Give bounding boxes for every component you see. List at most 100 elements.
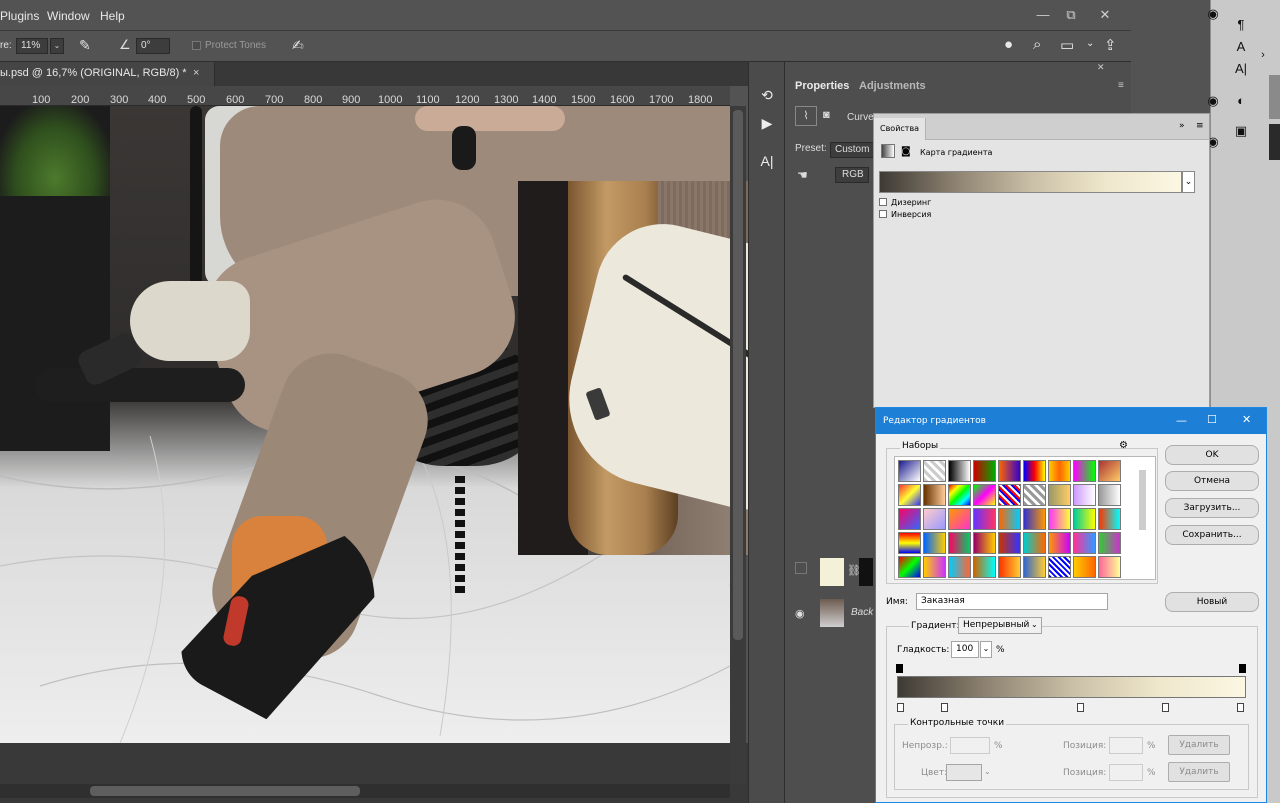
background-layer-label[interactable]: Back <box>851 607 873 618</box>
inversion-checkbox[interactable] <box>879 210 887 218</box>
gradient-preset-swatch[interactable] <box>1098 508 1121 530</box>
chevron-down-icon[interactable]: ⌄ <box>984 767 991 776</box>
gradient-preset-swatch[interactable] <box>948 556 971 578</box>
load-button[interactable]: Загрузить... <box>1165 498 1259 518</box>
gradient-preset-swatch[interactable] <box>948 460 971 482</box>
close-icon[interactable]: ✕ <box>1242 413 1251 426</box>
paragraph-icon[interactable]: ¶ <box>1232 16 1250 34</box>
presets-grid[interactable] <box>894 456 1156 580</box>
gradient-preset-swatch[interactable] <box>1073 484 1096 506</box>
color-position-input[interactable] <box>1109 764 1143 781</box>
gradient-preset-swatch[interactable] <box>973 484 996 506</box>
eye-icon[interactable]: ◉ <box>795 607 805 620</box>
color-stops-row[interactable] <box>894 700 1250 712</box>
layer-visibility-box[interactable] <box>795 562 807 574</box>
gradient-preset-swatch[interactable] <box>1048 484 1071 506</box>
minimize-icon[interactable]: — <box>1176 414 1187 427</box>
panel-menu-icon[interactable]: ≡ <box>1196 121 1204 131</box>
gradient-preset-swatch[interactable] <box>898 508 921 530</box>
gradient-preset-swatch[interactable] <box>898 556 921 578</box>
opacity-position-input[interactable] <box>1109 737 1143 754</box>
gradient-preset-swatch[interactable] <box>948 532 971 554</box>
color-stop[interactable] <box>1077 703 1085 712</box>
ok-button[interactable]: OK <box>1165 445 1259 465</box>
chevron-right-icon[interactable]: › <box>1254 46 1272 64</box>
color-stop[interactable] <box>1162 703 1170 712</box>
new-button[interactable]: Новый <box>1165 592 1259 612</box>
gradient-preset-swatch[interactable] <box>973 556 996 578</box>
gradient-preset-swatch[interactable] <box>998 508 1021 530</box>
presets-scroll-thumb[interactable] <box>1139 470 1146 530</box>
close-icon[interactable]: ✕ <box>1092 6 1118 24</box>
eye-icon[interactable]: ◉ <box>1204 92 1222 110</box>
color-stop[interactable] <box>941 703 949 712</box>
character-icon[interactable]: A| <box>1232 60 1250 78</box>
hand-tool-icon[interactable]: ☚ <box>797 168 808 182</box>
gradient-dropdown-chevron-icon[interactable]: ⌄ <box>1182 171 1195 193</box>
gradient-preset-swatch[interactable] <box>1073 460 1096 482</box>
save-button[interactable]: Сохранить... <box>1165 525 1259 545</box>
collapse-icon[interactable]: » <box>1179 121 1185 131</box>
gradient-type-select[interactable]: Непрерывный <box>958 617 1042 634</box>
opacity-input[interactable] <box>950 737 990 754</box>
history-icon[interactable]: ⟲ <box>758 86 776 104</box>
glyph-icon[interactable]: A <box>1232 38 1250 56</box>
gradient-preset-swatch[interactable] <box>923 460 946 482</box>
dithering-checkbox[interactable] <box>879 198 887 206</box>
gradient-preset-swatch[interactable] <box>923 556 946 578</box>
workspace-icon[interactable]: ▭ <box>1060 36 1074 54</box>
gradient-preset-swatch[interactable] <box>1073 508 1096 530</box>
gradient-preset-swatch[interactable] <box>948 484 971 506</box>
gradient-preset-swatch[interactable] <box>923 532 946 554</box>
gradient-preset-swatch[interactable] <box>1023 460 1046 482</box>
maximize-icon[interactable]: ☐ <box>1207 413 1217 426</box>
gradient-preset-swatch[interactable] <box>1098 532 1121 554</box>
protect-tones-checkbox[interactable] <box>192 41 201 50</box>
delete-color-stop-button[interactable]: Удалить <box>1168 762 1230 782</box>
gradient-preset-swatch[interactable] <box>898 484 921 506</box>
gradient-preset-swatch[interactable] <box>998 532 1021 554</box>
delete-opacity-stop-button[interactable]: Удалить <box>1168 735 1230 755</box>
vertical-scroll-thumb[interactable] <box>733 110 743 640</box>
color-swatch[interactable] <box>946 764 982 781</box>
tab-close-icon[interactable]: × <box>193 67 199 79</box>
menu-window[interactable]: Window <box>47 9 90 23</box>
gradient-preset-swatch[interactable] <box>1023 484 1046 506</box>
gradient-preset-swatch[interactable] <box>923 484 946 506</box>
gradient-preset-swatch[interactable] <box>1073 532 1096 554</box>
gradient-preset-swatch[interactable] <box>1023 532 1046 554</box>
gradient-preset-swatch[interactable] <box>898 532 921 554</box>
gradient-preset-swatch[interactable] <box>1023 556 1046 578</box>
user-icon[interactable]: ● <box>1004 36 1013 53</box>
gradient-preset-swatch[interactable] <box>1073 556 1096 578</box>
gradient-preset-swatch[interactable] <box>1023 508 1046 530</box>
gradient-preset-swatch[interactable] <box>1048 532 1071 554</box>
layers-icon[interactable]: ▣ <box>1232 122 1250 140</box>
gradient-preset-swatch[interactable] <box>973 508 996 530</box>
gradient-preset-swatch[interactable] <box>898 460 921 482</box>
horizontal-scroll-thumb[interactable] <box>90 786 360 796</box>
angle-field[interactable]: 0° <box>136 38 170 54</box>
play-action-icon[interactable]: ▶ <box>758 114 776 132</box>
gradient-preset-swatch[interactable] <box>948 508 971 530</box>
gradient-preset-swatch[interactable] <box>923 508 946 530</box>
gradient-preview-bar[interactable] <box>879 171 1182 193</box>
tab-svoistva[interactable]: Свойства <box>874 118 926 140</box>
gradient-preset-swatch[interactable] <box>973 532 996 554</box>
gradient-preset-swatch[interactable] <box>1098 460 1121 482</box>
panel-menu-icon[interactable]: ≡ <box>1118 80 1124 91</box>
gradient-preset-swatch[interactable] <box>998 460 1021 482</box>
cancel-button[interactable]: Отмена <box>1165 471 1259 491</box>
exposure-field[interactable]: 11% <box>16 38 48 54</box>
gradient-preset-swatch[interactable] <box>973 460 996 482</box>
color-stop[interactable] <box>1237 703 1244 712</box>
mask-icon[interactable]: ◙ <box>823 109 830 121</box>
smoothness-dropdown-icon[interactable]: ⌄ <box>980 641 992 658</box>
adjustments-icon[interactable]: ◐ <box>1232 92 1250 110</box>
document-tab[interactable]: ы.psd @ 16,7% (ORIGINAL, RGB/8) * × <box>0 62 215 86</box>
mask-icon[interactable]: ◙ <box>901 146 911 157</box>
tab-properties[interactable]: Properties <box>795 80 849 92</box>
gradient-preset-swatch[interactable] <box>1098 484 1121 506</box>
color-stop[interactable] <box>897 703 904 712</box>
gradient-preset-swatch[interactable] <box>998 484 1021 506</box>
